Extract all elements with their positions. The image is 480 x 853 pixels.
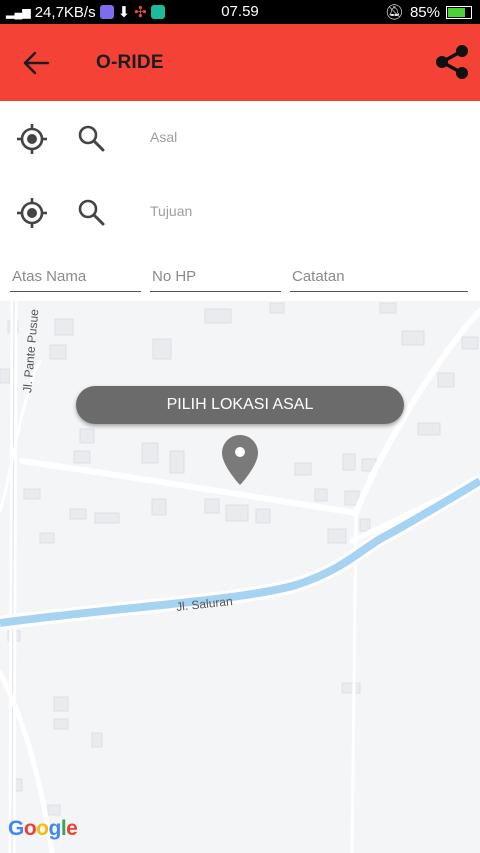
map-view[interactable]: Jl. Pante Pusue Jl. Saluran PILIH LOKASI…: [0, 301, 480, 853]
map-pin-icon: [222, 435, 258, 485]
status-bar: ▂▄▆ 24,7KB/s ⬇ ✣ 07.59 🔕︎ 85%: [0, 0, 480, 24]
origin-input[interactable]: Asal: [150, 129, 177, 145]
name-field[interactable]: Atas Nama: [10, 261, 141, 292]
notes-field-placeholder: Catatan: [292, 268, 345, 285]
status-right: 🔕︎ 85%: [385, 3, 472, 21]
share-button[interactable]: [434, 42, 470, 82]
phone-field[interactable]: No HP: [150, 261, 281, 292]
page-title: O-RIDE: [96, 52, 164, 73]
battery-percent: 85%: [409, 3, 440, 21]
pick-location-button[interactable]: PILIH LOKASI ASAL: [76, 386, 404, 424]
share-icon: [436, 45, 468, 79]
map-background: [0, 301, 480, 853]
gps-target-icon[interactable]: [16, 123, 48, 155]
google-logo: Google: [8, 817, 78, 840]
gps-target-icon[interactable]: [16, 197, 48, 229]
mute-icon: 🔕︎: [384, 4, 404, 21]
back-arrow-icon: [23, 51, 50, 75]
search-icon[interactable]: [76, 123, 106, 153]
origin-row: Asal: [0, 109, 480, 169]
app-bar: O-RIDE: [0, 24, 480, 101]
destination-input[interactable]: Tujuan: [150, 203, 192, 219]
notes-field[interactable]: Catatan: [290, 261, 468, 292]
search-icon[interactable]: [76, 197, 106, 227]
name-field-placeholder: Atas Nama: [12, 268, 87, 285]
battery-icon: [446, 5, 472, 19]
back-button[interactable]: [20, 48, 54, 78]
phone-field-placeholder: No HP: [152, 268, 197, 285]
ride-form: Asal Tujuan Atas Nama No HP Catatan: [0, 101, 480, 301]
destination-row: Tujuan: [0, 183, 480, 243]
